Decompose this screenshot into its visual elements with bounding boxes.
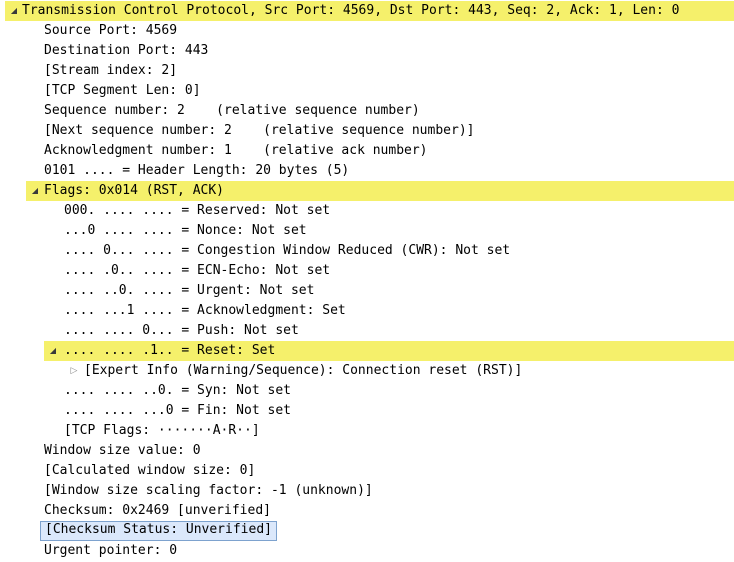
tcp-flags-summary-row[interactable]: [TCP Flags: ·······A·R··]	[0, 421, 734, 441]
tcp-header-row[interactable]: ◢ Transmission Control Protocol, Src Port…	[5, 1, 734, 21]
calculated-window-size-row[interactable]: [Calculated window size: 0]	[0, 461, 734, 481]
field-label: .... ..0. .... = Urgent: Not set	[64, 283, 315, 298]
field-label: .... .... .1.. = Reset: Set	[64, 343, 276, 358]
expanded-triangle-icon[interactable]: ◢	[9, 1, 19, 21]
collapsed-triangle-icon[interactable]: ▷	[69, 361, 79, 381]
flags-row[interactable]: ◢ Flags: 0x014 (RST, ACK)	[26, 181, 734, 201]
field-label: 0101 .... = Header Length: 20 bytes (5)	[44, 163, 350, 178]
field-label: Urgent pointer: 0	[44, 543, 178, 558]
flag-urgent-row[interactable]: .... ..0. .... = Urgent: Not set	[0, 281, 734, 301]
window-size-value-row[interactable]: Window size value: 0	[0, 441, 734, 461]
field-label: Acknowledgment number: 1 (relative ack n…	[44, 143, 428, 158]
field-label: Source Port: 4569	[44, 23, 178, 38]
window-size-scaling-factor-row[interactable]: [Window size scaling factor: -1 (unknown…	[0, 481, 734, 501]
field-label: [Stream index: 2]	[44, 63, 178, 78]
field-label: [Calculated window size: 0]	[44, 463, 256, 478]
field-label: .... ...1 .... = Acknowledgment: Set	[64, 303, 346, 318]
expanded-triangle-icon[interactable]: ◢	[48, 341, 58, 361]
field-label: 000. .... .... = Reserved: Not set	[64, 203, 331, 218]
field-label: [TCP Segment Len: 0]	[44, 83, 201, 98]
source-port-row[interactable]: Source Port: 4569	[0, 21, 734, 41]
flag-cwr-row[interactable]: .... 0... .... = Congestion Window Reduc…	[0, 241, 734, 261]
field-label: .... .... ...0 = Fin: Not set	[64, 403, 291, 418]
header-length-row[interactable]: 0101 .... = Header Length: 20 bytes (5)	[0, 161, 734, 181]
flag-syn-row[interactable]: .... .... ..0. = Syn: Not set	[0, 381, 734, 401]
field-label: Window size value: 0	[44, 443, 201, 458]
flag-reset-row[interactable]: ◢ .... .... .1.. = Reset: Set	[44, 341, 734, 361]
flag-reserved-row[interactable]: 000. .... .... = Reserved: Not set	[0, 201, 734, 221]
field-label: [Expert Info (Warning/Sequence): Connect…	[84, 363, 523, 378]
field-label: ...0 .... .... = Nonce: Not set	[64, 223, 307, 238]
sequence-number-row[interactable]: Sequence number: 2 (relative sequence nu…	[0, 101, 734, 121]
flag-nonce-row[interactable]: ...0 .... .... = Nonce: Not set	[0, 221, 734, 241]
field-label: .... 0... .... = Congestion Window Reduc…	[64, 243, 511, 258]
flag-push-row[interactable]: .... .... 0... = Push: Not set	[0, 321, 734, 341]
flag-acknowledgment-row[interactable]: .... ...1 .... = Acknowledgment: Set	[0, 301, 734, 321]
checksum-status-row[interactable]: [Checksum Status: Unverified]	[40, 521, 277, 541]
next-sequence-number-row[interactable]: [Next sequence number: 2 (relative seque…	[0, 121, 734, 141]
flag-fin-row[interactable]: .... .... ...0 = Fin: Not set	[0, 401, 734, 421]
field-label: .... .0.. .... = ECN-Echo: Not set	[64, 263, 331, 278]
field-label: .... .... ..0. = Syn: Not set	[64, 383, 291, 398]
packet-details-tree[interactable]: ◢ Transmission Control Protocol, Src Port…	[0, 0, 734, 562]
flag-ecn-echo-row[interactable]: .... .0.. .... = ECN-Echo: Not set	[0, 261, 734, 281]
field-label: Flags: 0x014 (RST, ACK)	[44, 183, 225, 198]
field-label: Transmission Control Protocol, Src Port:…	[22, 3, 680, 18]
destination-port-row[interactable]: Destination Port: 443	[0, 41, 734, 61]
expert-info-row[interactable]: ▷ [Expert Info (Warning/Sequence): Connec…	[0, 361, 734, 381]
field-label: .... .... 0... = Push: Not set	[64, 323, 299, 338]
field-label: [Next sequence number: 2 (relative seque…	[44, 123, 475, 138]
expanded-triangle-icon[interactable]: ◢	[30, 181, 40, 201]
field-label: [Checksum Status: Unverified]	[45, 522, 272, 537]
tcp-segment-len-row[interactable]: [TCP Segment Len: 0]	[0, 81, 734, 101]
urgent-pointer-row[interactable]: Urgent pointer: 0	[0, 541, 734, 561]
field-label: Sequence number: 2 (relative sequence nu…	[44, 103, 420, 118]
field-label: [TCP Flags: ·······A·R··]	[64, 423, 260, 438]
field-label: Checksum: 0x2469 [unverified]	[44, 503, 271, 518]
checksum-row[interactable]: Checksum: 0x2469 [unverified]	[0, 501, 734, 521]
acknowledgment-number-row[interactable]: Acknowledgment number: 1 (relative ack n…	[0, 141, 734, 161]
field-label: Destination Port: 443	[44, 43, 209, 58]
field-label: [Window size scaling factor: -1 (unknown…	[44, 483, 373, 498]
stream-index-row[interactable]: [Stream index: 2]	[0, 61, 734, 81]
